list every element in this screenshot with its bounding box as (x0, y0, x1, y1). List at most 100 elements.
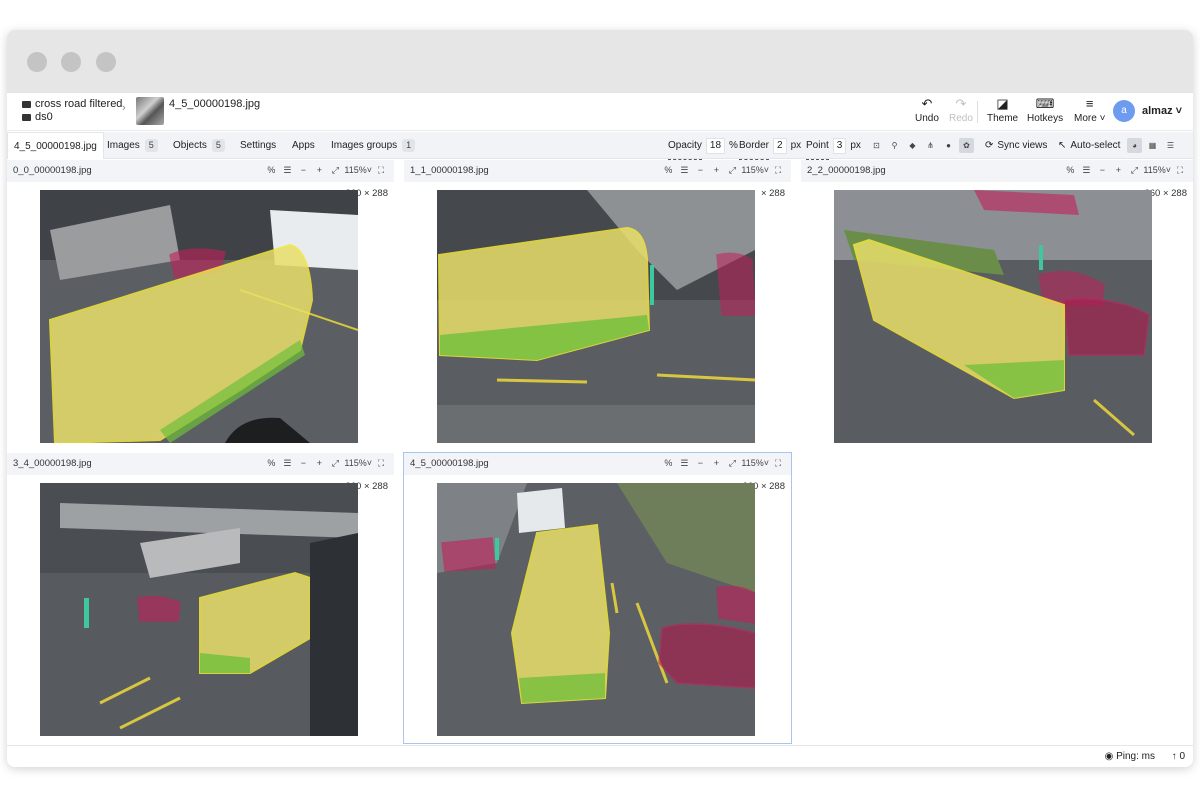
percent-icon[interactable]: % (661, 456, 675, 471)
upload-status[interactable]: ↑ 0 (1172, 751, 1185, 762)
fullscreen-icon[interactable]: ⛶ (374, 163, 388, 178)
sync-views-button[interactable]: ⟳ Sync views (985, 132, 1047, 159)
bbox-icon[interactable]: ⊡ (869, 138, 884, 153)
sliders-icon[interactable]: ☰ (677, 456, 691, 471)
palette-icon[interactable]: ◕ (1127, 138, 1142, 153)
fit-icon[interactable]: ⤢ (1127, 163, 1141, 178)
zoom-select[interactable]: 115%˅ (344, 456, 372, 471)
more-button[interactable]: ≡ More ˅ (1074, 97, 1105, 125)
auto-select-button[interactable]: ↖ Auto-select (1058, 132, 1120, 159)
image-pane[interactable]: 3_4_00000198.jpg % ☰ − + ⤢ 115%˅ ⛶ 360 ×… (7, 453, 394, 743)
zoom-in-button[interactable]: + (312, 456, 326, 471)
tab-settings[interactable]: Settings (240, 132, 276, 159)
zoom-select[interactable]: 115%˅ (1143, 163, 1171, 178)
sliders-icon[interactable]: ☰ (280, 456, 294, 471)
point-unit: px (850, 140, 861, 151)
image-canvas[interactable] (40, 483, 358, 736)
tab-label: 4_5_00000198.jpg (14, 140, 97, 152)
percent-icon[interactable]: % (1063, 163, 1077, 178)
folder-icon (22, 100, 31, 108)
image-pane-selected[interactable]: 4_5_00000198.jpg % ☰ − + ⤢ 115%˅ ⛶ 360 ×… (403, 452, 792, 744)
avatar[interactable]: a (1113, 100, 1135, 122)
percent-icon[interactable]: % (264, 456, 278, 471)
zoom-in-button[interactable]: + (312, 163, 326, 178)
image-canvas[interactable] (437, 483, 755, 736)
fullscreen-icon[interactable]: ⛶ (1173, 163, 1187, 178)
arrow-up-icon: ↑ (1171, 751, 1177, 762)
percent-icon[interactable]: % (661, 163, 675, 178)
layout-toggles: ◕ ▦ ☰ (1127, 132, 1178, 159)
tab-images-groups[interactable]: Images groups 1 (331, 132, 416, 159)
tree-icon[interactable]: ⋔ (923, 138, 938, 153)
pane-tools: % ☰ − + ⤢ 115%˅ ⛶ (661, 163, 785, 178)
grid-icon[interactable]: ▦ (1145, 138, 1160, 153)
tab-images[interactable]: Images 5 (107, 132, 158, 159)
redo-button[interactable]: ↷ Redo (949, 97, 973, 125)
sliders-icon[interactable]: ☰ (1163, 138, 1178, 153)
sliders-icon[interactable]: ☰ (1079, 163, 1093, 178)
tab-label: Objects (173, 140, 207, 151)
image-pane[interactable]: 0_0_00000198.jpg % ☰ − + ⤢ 115%˅ ⛶ 360 ×… (7, 160, 394, 450)
maximize-window-button[interactable] (96, 52, 116, 72)
close-window-button[interactable] (27, 52, 47, 72)
fullscreen-icon[interactable]: ⛶ (771, 163, 785, 178)
zoom-in-button[interactable]: + (1111, 163, 1125, 178)
opacity-input[interactable]: 18 (705, 137, 726, 154)
person-icon[interactable]: ● (941, 138, 956, 153)
chevron-right-icon: › (122, 102, 126, 114)
sliders-icon[interactable]: ☰ (677, 163, 691, 178)
zoom-out-button[interactable]: − (693, 163, 707, 178)
ping-text: Ping: ms (1116, 751, 1155, 762)
fit-icon[interactable]: ⤢ (328, 163, 342, 178)
pane-header: 0_0_00000198.jpg % ☰ − + ⤢ 115%˅ ⛶ (7, 160, 394, 182)
auto-select-label: Auto-select (1070, 140, 1121, 151)
fit-icon[interactable]: ⤢ (328, 456, 342, 471)
tab-current-file[interactable]: 4_5_00000198.jpg (7, 132, 104, 159)
sliders-icon[interactable]: ☰ (280, 163, 294, 178)
tab-objects[interactable]: Objects 5 (173, 132, 225, 159)
image-canvas[interactable] (437, 190, 755, 443)
image-pane[interactable]: 1_1_00000198.jpg % ☰ − + ⤢ 115%˅ ⛶ × 288 (404, 160, 791, 450)
user-menu[interactable]: almaz ˅ (1142, 105, 1182, 117)
image-canvas[interactable] (834, 190, 1152, 443)
breadcrumb-project[interactable]: cross road filtered (22, 98, 122, 110)
point-input[interactable]: 3 (832, 137, 847, 154)
link-icon[interactable]: ⚲ (887, 138, 902, 153)
signal-icon: ◉ (1104, 751, 1114, 762)
image-pane[interactable]: 2_2_00000198.jpg % ☰ − + ⤢ 115%˅ ⛶ 360 ×… (801, 160, 1193, 450)
tab-bar: 4_5_00000198.jpg Images 5 Objects 5 Sett… (7, 132, 1193, 160)
fit-icon[interactable]: ⤢ (725, 456, 739, 471)
fit-icon[interactable]: ⤢ (725, 163, 739, 178)
opacity-control[interactable]: Opacity 18 % (668, 132, 738, 160)
zoom-out-button[interactable]: − (1095, 163, 1109, 178)
breadcrumb-dataset[interactable]: ds0 (22, 111, 53, 123)
zoom-out-button[interactable]: − (693, 456, 707, 471)
zoom-in-button[interactable]: + (709, 456, 723, 471)
minimize-window-button[interactable] (61, 52, 81, 72)
cursor-icon: ↖ (1058, 140, 1067, 151)
zoom-out-button[interactable]: − (296, 163, 310, 178)
hotkeys-button[interactable]: ⌨ Hotkeys (1027, 97, 1063, 125)
zoom-out-button[interactable]: − (296, 456, 310, 471)
current-image-name: 4_5_00000198.jpg (169, 98, 261, 110)
fullscreen-icon[interactable]: ⛶ (771, 456, 785, 471)
undo-button[interactable]: ↶ Undo (915, 97, 939, 125)
theme-button[interactable]: ◪ Theme (987, 97, 1018, 125)
point-control[interactable]: Point 3 px (806, 132, 861, 160)
percent-icon[interactable]: % (264, 163, 278, 178)
zoom-select[interactable]: 115%˅ (741, 163, 769, 178)
tab-apps[interactable]: Apps (292, 132, 315, 159)
gear-icon[interactable]: ✿ (959, 138, 974, 153)
fullscreen-icon[interactable]: ⛶ (374, 456, 388, 471)
border-label: Border (739, 132, 770, 160)
border-control[interactable]: Border 2 px (739, 132, 801, 160)
tab-label: Apps (292, 140, 315, 151)
zoom-select[interactable]: 115%˅ (741, 456, 769, 471)
zoom-select[interactable]: 115%˅ (344, 163, 372, 178)
border-input[interactable]: 2 (773, 137, 787, 154)
image-thumbnail[interactable] (136, 97, 164, 125)
image-canvas[interactable] (40, 190, 358, 443)
tag-icon[interactable]: ◆ (905, 138, 920, 153)
pane-title: 1_1_00000198.jpg (410, 165, 489, 176)
zoom-in-button[interactable]: + (709, 163, 723, 178)
